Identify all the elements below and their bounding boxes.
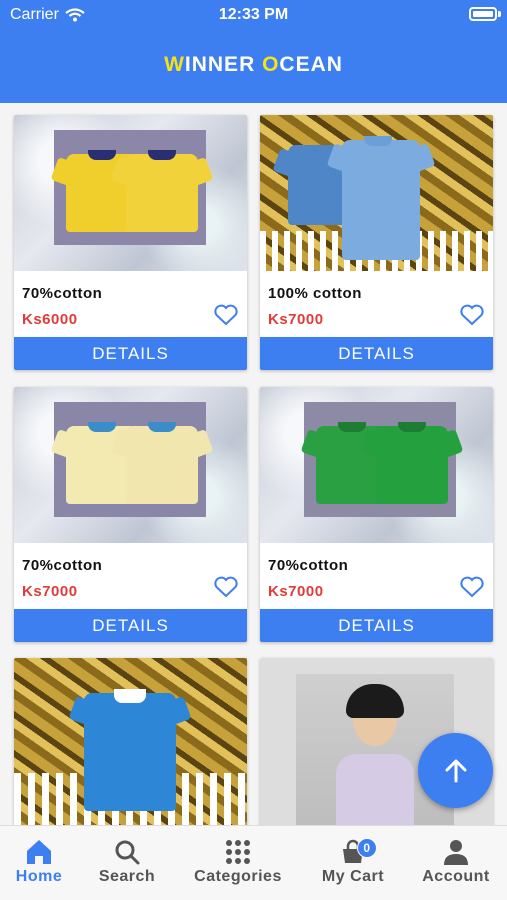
brand-title: WINNER OCEAN [164,53,343,76]
details-button[interactable]: DETAILS [14,609,247,642]
product-card[interactable]: 70%cotton Ks6000 DETAILS [14,115,247,370]
product-title: 70%cotton [22,285,103,302]
heart-icon[interactable] [459,575,485,599]
product-price: Ks7000 [268,311,324,328]
product-card[interactable] [14,658,247,825]
nav-account-label: Account [422,868,490,885]
nav-home[interactable]: Home [0,836,89,886]
search-icon [115,840,140,865]
bottom-navigation: Home Search Categories 0 My Cart Account [0,825,507,900]
details-button[interactable]: DETAILS [260,337,493,370]
grid-icon [226,840,250,864]
status-bar: Carrier 12:33 PM [0,0,507,30]
details-button[interactable]: DETAILS [14,337,247,370]
product-title: 70%cotton [22,557,103,574]
cart-count-badge: 0 [357,838,377,858]
heart-icon[interactable] [213,575,239,599]
nav-search[interactable]: Search [77,836,177,886]
nav-home-label: Home [15,868,63,885]
product-image[interactable] [260,387,493,543]
nav-account[interactable]: Account [406,836,506,886]
product-image[interactable] [14,658,247,825]
product-price: Ks6000 [22,311,78,328]
heart-icon[interactable] [459,303,485,327]
nav-cart[interactable]: 0 My Cart [303,836,403,886]
arrow-up-icon [445,759,466,782]
product-grid[interactable]: 70%cotton Ks6000 DETAILS 100% cotton Ks7… [0,103,507,825]
product-price: Ks7000 [22,583,78,600]
nav-search-label: Search [98,868,156,885]
product-title: 100% cotton [268,285,362,302]
nav-categories[interactable]: Categories [188,836,288,886]
product-card[interactable]: 70%cotton Ks7000 DETAILS [260,387,493,642]
battery-icon [469,7,497,21]
product-price: Ks7000 [268,583,324,600]
status-time: 12:33 PM [218,6,289,23]
person-icon [444,840,468,865]
nav-categories-label: Categories [194,868,282,885]
product-image[interactable] [260,115,493,271]
heart-icon[interactable] [213,303,239,327]
product-title: 70%cotton [268,557,349,574]
battery-nub [498,11,501,17]
scroll-to-top-button[interactable] [418,733,493,808]
product-card[interactable]: 70%cotton Ks7000 DETAILS [14,387,247,642]
app-header: Carrier 12:33 PM WINNER OCEAN [0,0,507,103]
home-icon [27,840,51,864]
product-image[interactable] [14,115,247,271]
product-card[interactable]: 100% cotton Ks7000 DETAILS [260,115,493,370]
nav-cart-label: My Cart [321,868,385,885]
product-image[interactable] [14,387,247,543]
details-button[interactable]: DETAILS [260,609,493,642]
